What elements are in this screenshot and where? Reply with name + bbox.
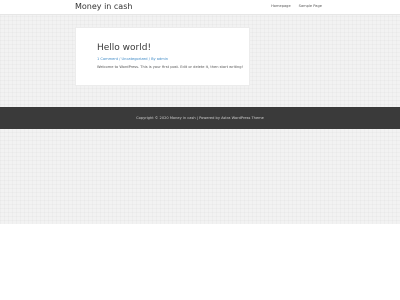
- nav-item-sample-page[interactable]: Sample Page: [299, 4, 322, 9]
- post-card: Hello world! 1 Comment / Uncategorized /…: [75, 27, 250, 86]
- footer-copyright: Copyright © 2020 Money in cash | Powered…: [136, 116, 264, 120]
- primary-navigation: Homepage Sample Page: [271, 4, 322, 9]
- site-footer: Copyright © 2020 Money in cash | Powered…: [0, 107, 400, 129]
- post-excerpt: Welcome to WordPress. This is your first…: [97, 65, 243, 69]
- post-title[interactable]: Hello world!: [97, 43, 151, 54]
- blank-area: [0, 224, 400, 300]
- site-header: Money in cash Homepage Sample Page: [0, 0, 400, 15]
- site-title[interactable]: Money in cash: [75, 1, 132, 13]
- nav-item-homepage[interactable]: Homepage: [271, 4, 291, 9]
- site-container: Money in cash Homepage Sample Page Hello…: [0, 0, 400, 224]
- post-meta[interactable]: 1 Comment / Uncategorized / By admin: [97, 57, 168, 62]
